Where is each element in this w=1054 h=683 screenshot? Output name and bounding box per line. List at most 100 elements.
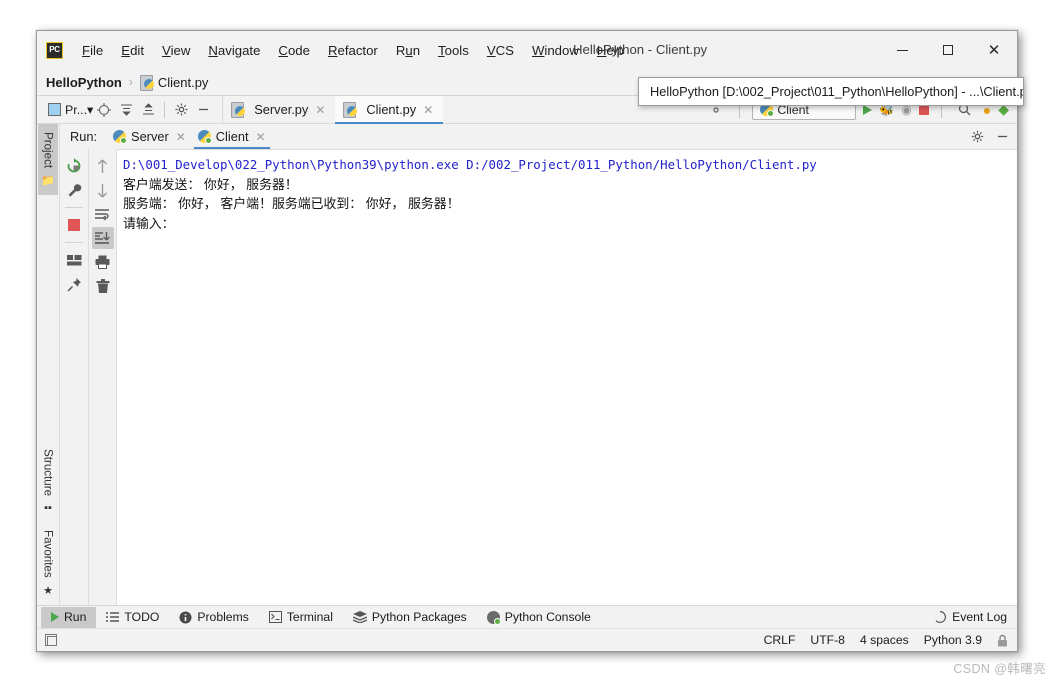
project-view-icon[interactable]: [43, 99, 65, 121]
close-icon[interactable]: ✕: [313, 103, 327, 117]
bottom-item-problems[interactable]: Problems: [169, 607, 258, 628]
bottom-item-label: Run: [64, 610, 87, 624]
gear-icon[interactable]: [971, 130, 984, 143]
locate-icon[interactable]: [93, 99, 115, 121]
menu-file[interactable]: File: [73, 40, 112, 61]
status-bar: CRLF UTF-8 4 spaces Python 3.9: [37, 628, 1017, 651]
console-line: 服务端： 你好， 客户端！服务端已收到： 你好， 服务器！: [123, 196, 460, 211]
toggle-tool-windows-icon[interactable]: [45, 633, 58, 647]
hide-window-icon[interactable]: [996, 130, 1009, 143]
hide-icon[interactable]: [192, 99, 214, 121]
menu-vcs[interactable]: VCS: [478, 40, 523, 61]
close-button[interactable]: ✕: [971, 31, 1017, 69]
breadcrumb-file[interactable]: Client.py: [158, 75, 209, 90]
maximize-button[interactable]: [925, 31, 971, 69]
python-file-icon: [231, 102, 246, 118]
pin-icon[interactable]: [63, 273, 85, 295]
run-tab-label: Client: [215, 129, 249, 144]
menu-run[interactable]: Run: [387, 40, 429, 61]
expand-all-icon[interactable]: [115, 99, 137, 121]
run-label: Run:: [70, 129, 98, 144]
wrench-icon[interactable]: [63, 179, 85, 201]
lock-icon[interactable]: [997, 634, 1008, 647]
breadcrumb-separator: ›: [128, 75, 133, 89]
event-log-label: Event Log: [952, 610, 1007, 624]
python-icon: [486, 610, 501, 625]
run-tool-window: Run: Server ✕ Client ✕ D:\001_Develop\02…: [60, 124, 1017, 605]
console-line[interactable]: D:\001_Develop\022_Python\Python39\pytho…: [123, 155, 1017, 175]
event-log-button[interactable]: Event Log: [934, 610, 1007, 624]
sidebar-item-project[interactable]: Project 📁: [38, 124, 58, 196]
menu-refactor[interactable]: Refactor: [319, 40, 387, 61]
rerun-icon[interactable]: [63, 155, 85, 177]
sidebar-item-structure[interactable]: Structure ▪▪: [39, 441, 58, 522]
arrow-up-icon[interactable]: [92, 155, 114, 177]
close-icon[interactable]: ✕: [421, 103, 435, 117]
run-header-actions: [971, 124, 1009, 149]
bottom-item-label: TODO: [124, 610, 160, 624]
breadcrumb-project[interactable]: HelloPython: [46, 75, 122, 90]
layout-icon[interactable]: [63, 249, 85, 271]
python-icon: [197, 130, 212, 144]
status-indent[interactable]: 4 spaces: [860, 633, 909, 647]
run-icon[interactable]: [863, 104, 873, 115]
stop-icon[interactable]: [63, 214, 85, 236]
close-icon[interactable]: ✕: [174, 130, 188, 144]
menu-bar: File Edit View Navigate Code Refactor Ru…: [73, 31, 633, 69]
soft-wrap-icon[interactable]: [92, 203, 114, 225]
menu-view[interactable]: View: [153, 40, 199, 61]
arrow-down-icon[interactable]: [92, 179, 114, 201]
run-tab-client[interactable]: Client ✕: [192, 124, 272, 149]
editor-tab-label: Client.py: [366, 102, 417, 117]
console-output[interactable]: D:\001_Develop\022_Python\Python39\pytho…: [116, 149, 1017, 605]
bottom-item-label: Terminal: [286, 610, 333, 624]
status-line-separator[interactable]: CRLF: [764, 633, 796, 647]
bottom-item-label: Python Console: [504, 610, 591, 624]
watermark: CSDN @韩曙亮: [953, 662, 1046, 676]
sidebar-item-label: Favorites: [41, 530, 55, 578]
bottom-item-label: Python Packages: [371, 610, 467, 624]
window-tooltip: HelloPython [D:\002_Project\011_Python\H…: [638, 77, 1024, 106]
bottom-item-terminal[interactable]: Terminal: [259, 607, 343, 628]
toolbar-divider: [164, 101, 166, 118]
bottom-item-todo[interactable]: TODO: [96, 607, 169, 628]
menu-tools[interactable]: Tools: [429, 40, 478, 61]
scroll-to-end-icon[interactable]: [91, 227, 114, 249]
run-tab-server[interactable]: Server ✕: [107, 124, 192, 149]
status-encoding[interactable]: UTF-8: [810, 633, 845, 647]
print-icon[interactable]: [92, 251, 114, 273]
status-interpreter[interactable]: Python 3.9: [924, 633, 982, 647]
collapse-all-icon[interactable]: [137, 99, 159, 121]
project-view-label[interactable]: Pr...▾: [65, 102, 93, 117]
run-tool-header: Run: Server ✕ Client ✕: [60, 124, 1017, 149]
bottom-item-run[interactable]: Run: [41, 606, 97, 628]
terminal-icon: [268, 611, 282, 623]
menu-navigate[interactable]: Navigate: [199, 40, 269, 61]
ide-body: Project 📁 Structure ▪▪ Favorites ★ Run:: [37, 124, 1017, 605]
structure-icon: ▪▪: [44, 502, 52, 515]
close-icon[interactable]: ✕: [254, 130, 268, 144]
pycharm-logo-icon: PC: [46, 41, 63, 59]
python-file-icon: [343, 102, 358, 118]
minimize-button[interactable]: [879, 31, 925, 69]
bottom-item-label: Problems: [197, 610, 249, 624]
bottom-item-python-packages[interactable]: Python Packages: [343, 607, 477, 628]
stop-icon[interactable]: [918, 104, 929, 115]
bottom-item-python-console[interactable]: Python Console: [477, 607, 601, 628]
run-tab-label: Server: [131, 129, 169, 144]
maximize-icon: [943, 45, 953, 55]
trash-icon[interactable]: [92, 275, 114, 297]
folder-icon: 📁: [41, 175, 55, 188]
editor-tab-label: Server.py: [254, 102, 309, 117]
event-log-icon: [934, 611, 947, 623]
python-file-icon: [139, 74, 154, 91]
gear-icon[interactable]: [170, 99, 192, 121]
menu-code[interactable]: Code: [269, 40, 319, 61]
pycharm-window: PC File Edit View Navigate Code Refactor…: [36, 30, 1018, 652]
status-bar-right: CRLF UTF-8 4 spaces Python 3.9: [764, 633, 1008, 647]
menu-edit[interactable]: Edit: [112, 40, 153, 61]
sidebar-item-favorites[interactable]: Favorites ★: [39, 522, 58, 605]
editor-tab-server[interactable]: Server.py ✕: [223, 96, 335, 124]
console-actions-rail: [88, 149, 116, 605]
editor-tab-client[interactable]: Client.py ✕: [335, 95, 444, 124]
